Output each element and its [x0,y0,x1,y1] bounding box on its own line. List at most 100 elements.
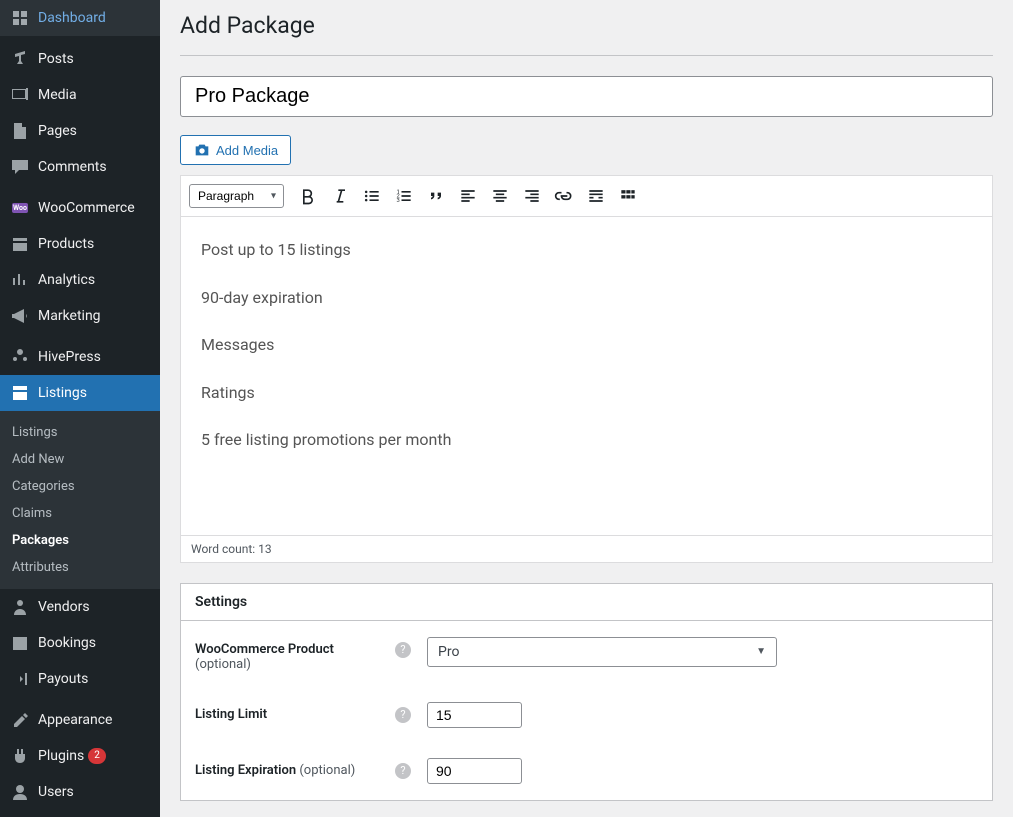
sidebar-item-comments[interactable]: Comments [0,149,160,185]
field-listing-limit: Listing Limit ? [195,702,978,728]
marketing-icon [10,306,30,326]
editor: Paragraph 123 Post up to 15 listings 90-… [180,175,993,563]
sidebar-item-label: Appearance [38,712,112,728]
italic-button[interactable] [326,182,354,210]
editor-statusbar: Word count: 13 [181,535,992,562]
sidebar-item-label: Payouts [38,671,88,687]
sidebar-submenu: Listings Add New Categories Claims Packa… [0,411,160,589]
sidebar-item-vendors[interactable]: Vendors [0,589,160,625]
settings-header: Settings [181,584,992,621]
calendar-icon [10,633,30,653]
plugins-icon [10,746,30,766]
editor-line: 90-day expiration [201,285,972,311]
sidebar-item-label: Listings [38,385,87,401]
listings-icon [10,383,30,403]
sidebar-sub-claims[interactable]: Claims [0,500,160,527]
appearance-icon [10,710,30,730]
sidebar-item-label: HivePress [38,349,101,365]
sidebar-item-label: Comments [38,159,107,175]
sidebar-item-woocommerce[interactable]: Woo WooCommerce [0,190,160,226]
pages-icon [10,121,30,141]
field-label-text: Listing Expiration [195,763,296,778]
sidebar-item-label: Pages [38,123,77,139]
svg-text:Woo: Woo [13,204,27,212]
editor-content[interactable]: Post up to 15 listings 90-day expiration… [181,217,992,535]
help-icon[interactable]: ? [395,642,411,658]
sidebar-sub-listings[interactable]: Listings [0,419,160,446]
sidebar-item-bookings[interactable]: Bookings [0,625,160,661]
media-icon [10,85,30,105]
sidebar-item-hivepress[interactable]: HivePress [0,339,160,375]
sidebar-item-marketing[interactable]: Marketing [0,298,160,334]
field-label-text: Listing Limit [195,707,267,722]
field-optional: (optional) [299,763,355,778]
sidebar-item-media[interactable]: Media [0,77,160,113]
sidebar-item-label: Users [38,784,74,800]
page-title: Add Package [180,0,993,56]
sidebar-item-label: Plugins [38,748,84,764]
listing-limit-input[interactable] [427,702,522,728]
sidebar-item-pages[interactable]: Pages [0,113,160,149]
add-media-button[interactable]: Add Media [180,135,291,165]
sidebar-sub-add-new[interactable]: Add New [0,446,160,473]
bullet-list-button[interactable] [358,182,386,210]
field-listing-expiration: Listing Expiration (optional) ? [195,758,978,784]
svg-text:3: 3 [397,198,400,204]
format-select[interactable]: Paragraph [189,184,284,208]
listing-expiration-input[interactable] [427,758,522,784]
sidebar-sub-attributes[interactable]: Attributes [0,554,160,581]
link-button[interactable] [550,182,578,210]
editor-toolbar: Paragraph 123 [181,176,992,217]
woocommerce-product-select[interactable]: Pro ▼ [427,637,777,667]
sidebar-item-label: Products [38,236,94,252]
align-right-button[interactable] [518,182,546,210]
sidebar-item-users[interactable]: Users [0,774,160,810]
field-woocommerce-product: WooCommerce Product (optional) ? Pro ▼ [195,637,978,672]
help-icon[interactable]: ? [395,707,411,723]
select-value: Pro [438,644,459,660]
editor-line: Messages [201,332,972,358]
sidebar-item-label: Dashboard [38,10,106,26]
read-more-button[interactable] [582,182,610,210]
editor-line: Post up to 15 listings [201,237,972,263]
sidebar-item-products[interactable]: Products [0,226,160,262]
sidebar-item-plugins[interactable]: Plugins 2 [0,738,160,774]
blockquote-button[interactable] [422,182,450,210]
sidebar-item-label: Posts [38,51,74,67]
field-optional: (optional) [195,657,251,672]
comments-icon [10,157,30,177]
editor-line: 5 free listing promotions per month [201,427,972,453]
align-center-button[interactable] [486,182,514,210]
users-icon [10,782,30,802]
bold-button[interactable] [294,182,322,210]
sidebar-item-posts[interactable]: Posts [0,41,160,77]
add-media-label: Add Media [216,143,278,158]
sidebar-item-dashboard[interactable]: Dashboard [0,0,160,36]
payouts-icon [10,669,30,689]
align-left-button[interactable] [454,182,482,210]
dashboard-icon [10,8,30,28]
sidebar-item-appearance[interactable]: Appearance [0,702,160,738]
admin-sidebar: Dashboard Posts Media Pages Comments Woo… [0,0,160,817]
sidebar-item-analytics[interactable]: Analytics [0,262,160,298]
sidebar-item-label: Bookings [38,635,96,651]
toolbar-toggle-button[interactable] [614,182,642,210]
hivepress-icon [10,347,30,367]
sidebar-item-payouts[interactable]: Payouts [0,661,160,697]
analytics-icon [10,270,30,290]
camera-icon [193,141,211,159]
vendors-icon [10,597,30,617]
sidebar-item-label: Analytics [38,272,95,288]
settings-panel: Settings WooCommerce Product (optional) … [180,583,993,801]
products-icon [10,234,30,254]
sidebar-item-listings[interactable]: Listings [0,375,160,411]
main-content: Add Package Add Media Paragraph 123 [160,0,1013,817]
help-icon[interactable]: ? [395,763,411,779]
woo-icon: Woo [10,198,30,218]
sidebar-item-label: Media [38,87,77,103]
sidebar-sub-categories[interactable]: Categories [0,473,160,500]
plugins-badge: 2 [88,748,106,764]
sidebar-sub-packages[interactable]: Packages [0,527,160,554]
numbered-list-button[interactable]: 123 [390,182,418,210]
title-input[interactable] [180,76,993,117]
